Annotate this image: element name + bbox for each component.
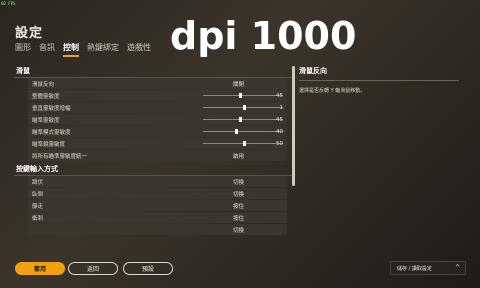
setting-label: 垂直靈敏度增幅 xyxy=(32,105,71,112)
setting-row-vertical-multiplier[interactable]: 垂直靈敏度增幅 1 xyxy=(28,102,287,113)
preset-label: 儲存 / 讀取設定 xyxy=(397,265,432,272)
description-title: 滑鼠反向 xyxy=(299,66,459,81)
settings-scrollbar[interactable] xyxy=(292,66,295,186)
tab-keybindings[interactable]: 熱鍵綁定 xyxy=(87,42,119,57)
setting-row-invert-mouse[interactable]: 滑鼠反向 關閉 xyxy=(28,78,287,89)
setting-value[interactable]: 按住 xyxy=(233,214,244,222)
setting-label: 瞄準模式靈敏度 xyxy=(32,129,71,136)
setting-number: 45 xyxy=(276,116,283,123)
vertical-multiplier-slider[interactable] xyxy=(203,105,283,110)
default-button[interactable]: 預設 xyxy=(123,262,173,275)
back-button[interactable]: 返回 xyxy=(68,262,118,275)
setting-value[interactable]: 切換 xyxy=(233,178,244,186)
setting-value[interactable]: 切換 xyxy=(233,226,244,234)
setting-label: 瞄準靈敏度 xyxy=(32,117,60,124)
setting-label: 蹲伏 xyxy=(32,179,44,186)
apply-button[interactable]: 套用 xyxy=(15,262,65,275)
slider-knob[interactable] xyxy=(239,117,242,122)
setting-label: 滑鼠反向 xyxy=(32,81,55,88)
dpi-overlay-text: dpi 1000 xyxy=(170,14,357,58)
setting-label: 臥倒 xyxy=(32,191,44,198)
setting-value[interactable]: 切換 xyxy=(233,190,244,198)
slider-knob[interactable] xyxy=(239,93,242,98)
section-keys-heading: 按鍵輸入方式 xyxy=(14,162,295,176)
setting-label: 靜走 xyxy=(32,203,44,210)
tab-graphics[interactable]: 圖形 xyxy=(15,42,31,57)
settings-list: 滑鼠 滑鼠反向 關閉 整體靈敏度 45 垂直靈敏度增幅 1 瞄準靈敏度 45 瞄… xyxy=(14,64,295,256)
setting-label: 衝刺 xyxy=(32,215,44,222)
preset-dropdown[interactable]: 儲存 / 讀取設定 ^ xyxy=(390,261,466,275)
tab-controls[interactable]: 控制 xyxy=(63,42,79,57)
slider-knob[interactable] xyxy=(243,141,246,146)
footer-bar: 套用 返回 預設 儲存 / 讀取設定 ^ xyxy=(0,258,480,280)
setting-row-crouch[interactable]: 蹲伏 切換 xyxy=(28,176,287,187)
sensitivity-slider[interactable] xyxy=(203,93,283,98)
setting-number: 1 xyxy=(279,104,284,111)
setting-number: 40 xyxy=(276,128,283,135)
setting-value[interactable]: 啟用 xyxy=(233,152,244,160)
setting-label: 瞄準鏡靈敏度 xyxy=(32,141,66,148)
setting-number: 50 xyxy=(276,140,283,147)
description-text: 選擇是否反轉 Y 軸滑鼠移動。 xyxy=(299,88,366,94)
setting-row-sprint[interactable]: 衝刺 按住 xyxy=(28,212,287,223)
settings-tabs: 圖形 音訊 控制 熱鍵綁定 遊戲性 xyxy=(15,42,151,57)
tab-audio[interactable]: 音訊 xyxy=(39,42,55,57)
setting-row-aim-mode-sensitivity[interactable]: 瞄準模式靈敏度 40 xyxy=(28,126,287,137)
chevron-up-icon: ^ xyxy=(454,264,460,271)
slider-knob[interactable] xyxy=(243,105,246,110)
setting-label: 將所有瞄準靈敏度統一 xyxy=(32,153,88,160)
tab-gameplay[interactable]: 遊戲性 xyxy=(127,42,151,57)
setting-label: 整體靈敏度 xyxy=(32,93,60,100)
setting-row-scope-sensitivity[interactable]: 瞄準鏡靈敏度 50 xyxy=(28,138,287,149)
description-panel: 滑鼠反向 選擇是否反轉 Y 軸滑鼠移動。 xyxy=(299,66,459,94)
aim-mode-sensitivity-slider[interactable] xyxy=(203,129,283,134)
scope-sensitivity-slider[interactable] xyxy=(203,141,283,146)
page-title: 設定 xyxy=(15,26,44,41)
aim-sensitivity-slider[interactable] xyxy=(203,117,283,122)
setting-value[interactable]: 關閉 xyxy=(233,80,244,88)
fps-counter: 60 FPS xyxy=(1,1,16,6)
setting-value[interactable]: 按住 xyxy=(233,202,244,210)
section-mouse-heading: 滑鼠 xyxy=(14,64,295,78)
setting-row-aim-sensitivity[interactable]: 瞄準靈敏度 45 xyxy=(28,114,287,125)
setting-row-partial[interactable]: 切換 xyxy=(28,224,287,235)
setting-row-prone[interactable]: 臥倒 切換 xyxy=(28,188,287,199)
setting-row-unify-aim-sensitivity[interactable]: 將所有瞄準靈敏度統一 啟用 xyxy=(28,150,287,161)
setting-number: 45 xyxy=(276,92,283,99)
setting-row-overall-sensitivity[interactable]: 整體靈敏度 45 xyxy=(28,90,287,101)
setting-row-walk[interactable]: 靜走 按住 xyxy=(28,200,287,211)
slider-knob[interactable] xyxy=(235,129,238,134)
